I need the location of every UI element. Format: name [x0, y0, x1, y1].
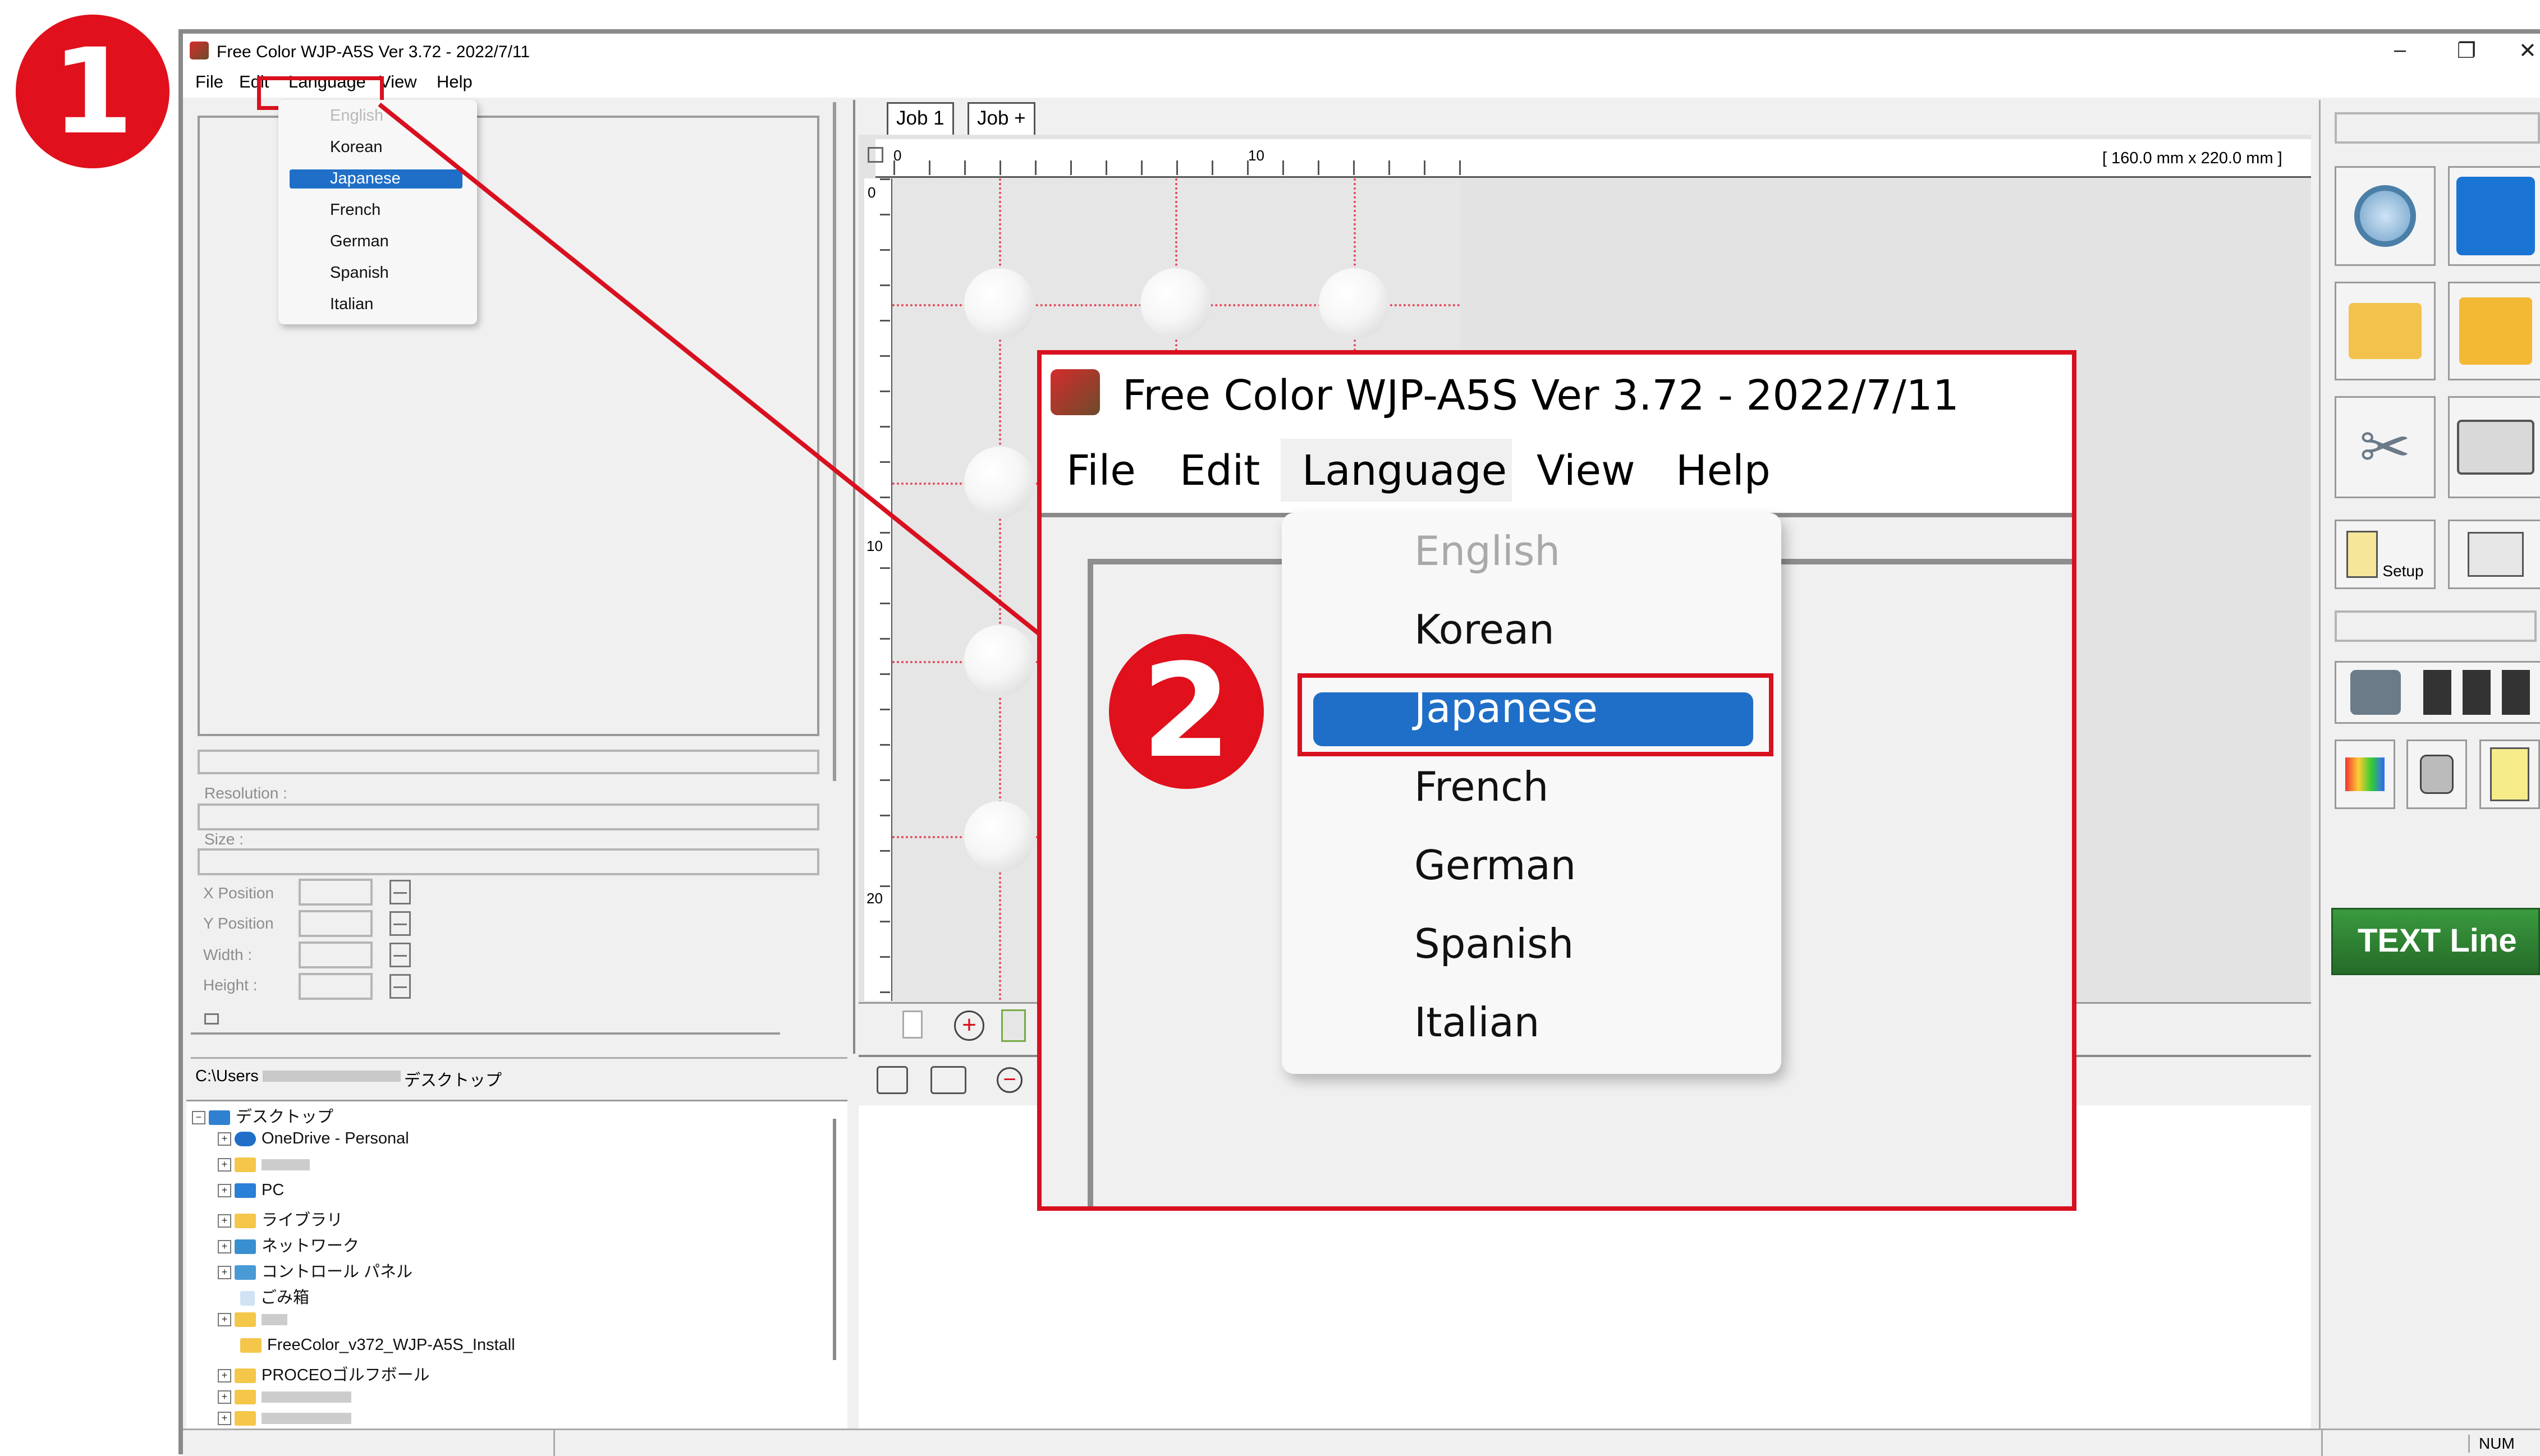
lang-option-italian[interactable]: Italian — [1414, 999, 1539, 1046]
callout-line — [378, 102, 1041, 636]
japanese-highlight-box — [1297, 673, 1773, 756]
zoom-app-icon — [1051, 369, 1100, 415]
zoom-menu-file[interactable]: File — [1066, 447, 1136, 495]
lang-option-english: English — [1414, 527, 1560, 575]
lang-option-korean[interactable]: Korean — [1414, 606, 1555, 653]
zoom-menu-help[interactable]: Help — [1676, 447, 1771, 495]
lang-option-german[interactable]: German — [1414, 842, 1576, 889]
zoom-menu-view[interactable]: View — [1537, 447, 1635, 495]
step-2-number: 2 — [1141, 636, 1232, 787]
zoom-menu-edit[interactable]: Edit — [1180, 447, 1260, 495]
lang-option-french[interactable]: French — [1414, 763, 1548, 810]
zoom-window-title: Free Color WJP-A5S Ver 3.72 - 2022/7/11 — [1122, 371, 1959, 420]
step-2-badge: 2 — [1109, 634, 1264, 789]
language-dropdown-zoomed: English Korean Japanese French German Sp… — [1282, 513, 1781, 1074]
zoom-menu-language[interactable]: Language — [1302, 447, 1507, 495]
lang-option-spanish[interactable]: Spanish — [1414, 920, 1574, 967]
